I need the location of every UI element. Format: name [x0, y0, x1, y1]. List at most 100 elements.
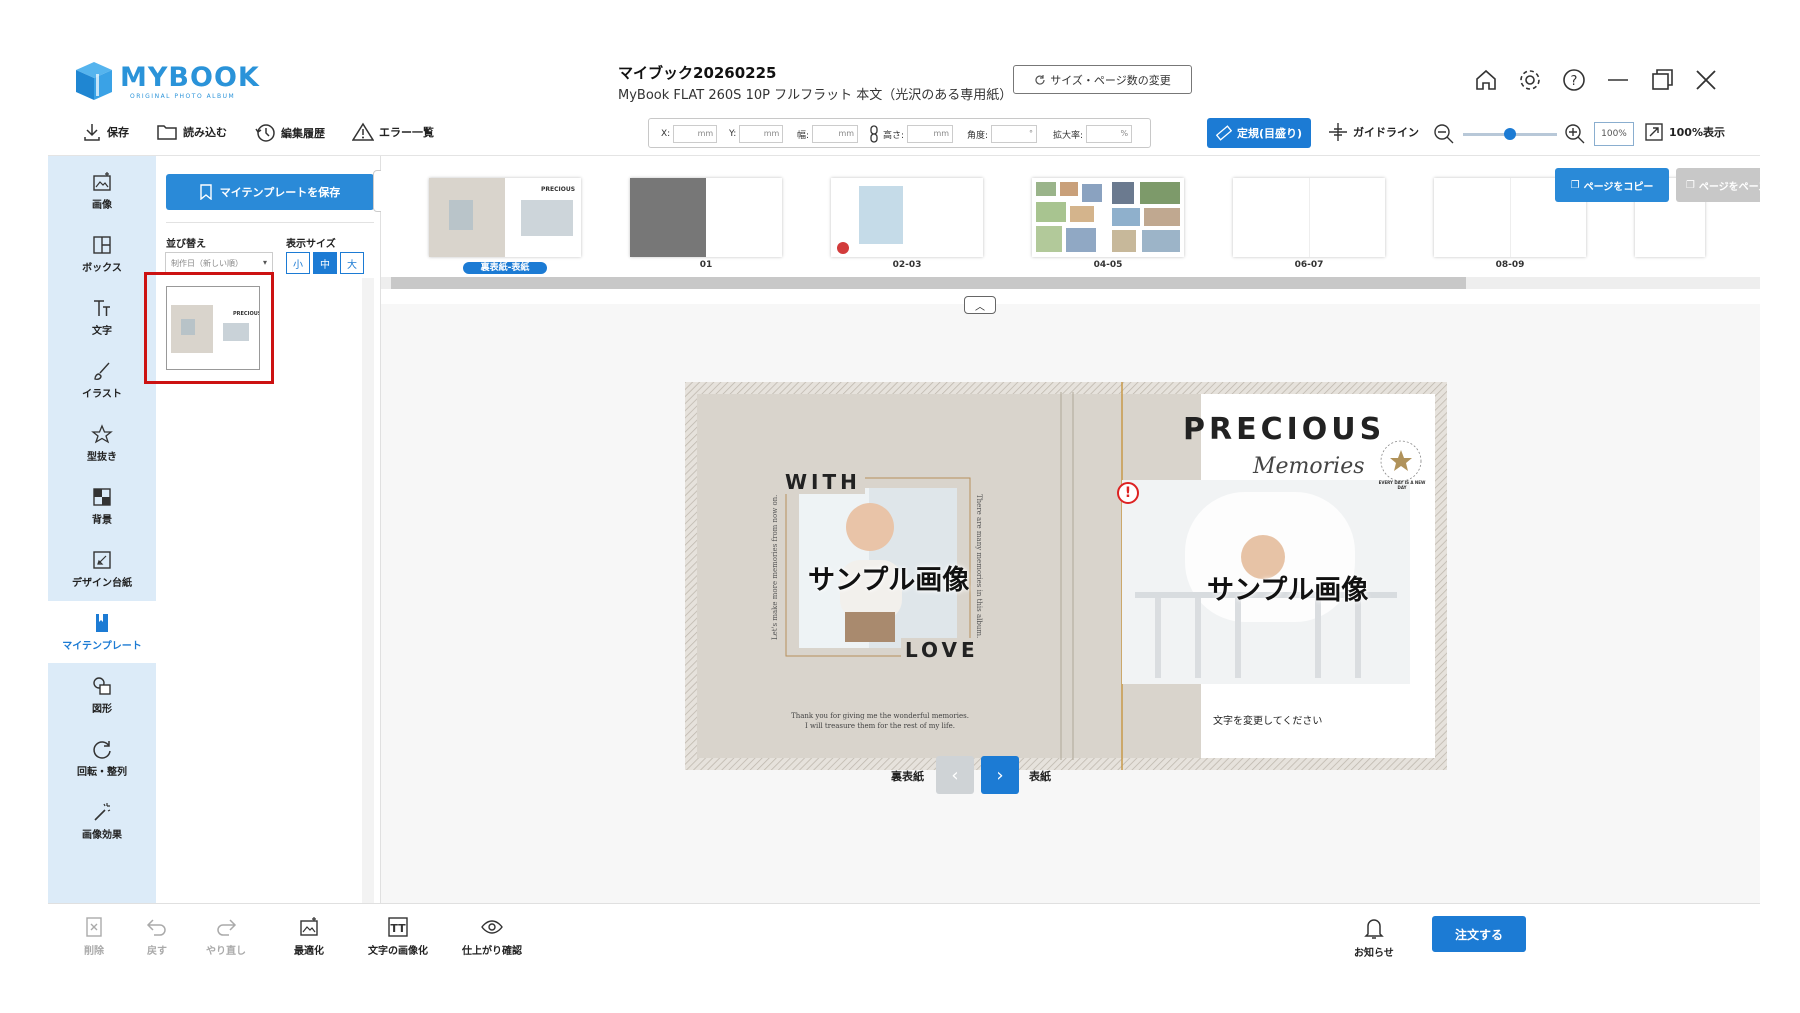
- load-button[interactable]: 読み込む: [156, 122, 227, 142]
- size-medium-button[interactable]: 中: [313, 252, 337, 274]
- page-thumb-01[interactable]: [630, 178, 782, 257]
- error-warning-icon[interactable]: !: [1117, 482, 1139, 504]
- shape-icon: [93, 677, 111, 695]
- redo-label: やり直し: [206, 946, 246, 957]
- guideline-button[interactable]: ガイドライン: [1328, 122, 1419, 142]
- copy-page-button[interactable]: ❐ ページをコピー: [1555, 168, 1669, 202]
- expand-strip-button[interactable]: ︿: [964, 296, 996, 314]
- sidebar-item-box[interactable]: ボックス: [48, 223, 156, 285]
- zoom-value-field[interactable]: 100%: [1594, 122, 1634, 146]
- height-field[interactable]: 高さ: mm: [883, 125, 954, 143]
- change-text-placeholder[interactable]: 文字を変更してください: [1213, 712, 1322, 727]
- sidebar-item-label: イラスト: [82, 389, 122, 400]
- eye-icon: [481, 920, 503, 934]
- star-cut-icon: [91, 424, 113, 444]
- page-thumb-04-05-image: [1036, 182, 1180, 252]
- rotate-icon: [93, 741, 111, 759]
- redo-button[interactable]: やり直し: [206, 916, 246, 957]
- sidebar-item-rotate[interactable]: 回転・整列: [48, 727, 156, 789]
- prev-page-button[interactable]: ‹: [936, 756, 974, 794]
- fit-100-button[interactable]: 100%表示: [1644, 122, 1725, 142]
- sidebar-item-text[interactable]: 文字: [48, 286, 156, 348]
- zoom-in-icon[interactable]: [1564, 123, 1586, 145]
- gear-icon[interactable]: [1516, 66, 1544, 94]
- close-icon[interactable]: [1692, 66, 1720, 94]
- left-vertical-text[interactable]: Let's make more memories from now on.: [771, 490, 779, 640]
- page-thumb-06-07[interactable]: [1233, 178, 1385, 257]
- save-button[interactable]: 保存: [82, 122, 129, 142]
- preview-button[interactable]: 仕上がり確認: [462, 916, 522, 957]
- strip-scrollbar[interactable]: [391, 277, 1466, 289]
- sidebar-item-bookmark[interactable]: マイテンプレート: [48, 601, 156, 663]
- love-text[interactable]: LOVE: [901, 638, 983, 662]
- undo-button[interactable]: 戻す: [146, 916, 168, 957]
- error-list-button[interactable]: エラー一覧: [352, 122, 434, 142]
- right-vertical-text[interactable]: There are many memories in this album.: [975, 494, 983, 644]
- save-template-button[interactable]: マイテンプレートを保存: [166, 174, 374, 210]
- guideline-label: ガイドライン: [1353, 126, 1419, 139]
- sidebar-item-label: マイテンプレート: [62, 641, 142, 652]
- sidebar-item-star-cut[interactable]: 型抜き: [48, 412, 156, 474]
- ruler-label: 定規(目盛り): [1236, 127, 1303, 140]
- every-day-badge[interactable]: EVERY DAY IS A NEW DAY: [1378, 480, 1426, 490]
- page-thumb-02-03-image: [837, 186, 903, 254]
- y-label: Y:: [729, 129, 737, 139]
- sidebar-item-shape[interactable]: 図形: [48, 664, 156, 726]
- back-cover-label: 裏表紙: [891, 770, 924, 783]
- logo-subtitle: ORIGINAL PHOTO ALBUM: [130, 93, 236, 100]
- height-unit: mm: [907, 125, 954, 143]
- size-large-button[interactable]: 大: [340, 252, 364, 274]
- size-small-button[interactable]: 小: [286, 252, 310, 274]
- cover-spread[interactable]: WITH LOVE Let's make more memories from …: [685, 382, 1447, 770]
- next-page-button[interactable]: ›: [981, 756, 1019, 794]
- notice-button[interactable]: お知らせ: [1354, 916, 1394, 959]
- minimize-icon[interactable]: [1604, 66, 1632, 94]
- zoom-out-icon[interactable]: [1433, 123, 1455, 145]
- page-thumb-02-03[interactable]: [831, 178, 983, 257]
- width-field[interactable]: 幅: mm: [797, 125, 859, 143]
- link-ratio-icon[interactable]: [869, 125, 879, 143]
- zoom-slider-handle[interactable]: [1504, 128, 1516, 140]
- help-icon[interactable]: ?: [1560, 66, 1588, 94]
- sort-select[interactable]: 制作日（新しい順） ▾: [165, 252, 273, 274]
- error-list-label: エラー一覧: [379, 126, 434, 139]
- order-button[interactable]: 注文する: [1432, 916, 1526, 952]
- ruler-button[interactable]: 定規(目盛り): [1207, 118, 1311, 148]
- template-thumbnail[interactable]: PRECIOUS: [166, 286, 262, 370]
- page-thumb-04-05[interactable]: [1032, 178, 1184, 257]
- sidebar-item-label: 図形: [92, 704, 112, 715]
- delete-button[interactable]: 削除: [84, 916, 104, 957]
- with-text[interactable]: WITH: [781, 470, 865, 494]
- svg-text:PRECIOUS: PRECIOUS: [233, 311, 259, 317]
- sidebar-item-image-add[interactable]: 画像: [48, 160, 156, 222]
- sidebar-item-checker[interactable]: 背景: [48, 475, 156, 537]
- undo-icon: [146, 919, 166, 936]
- document-subtitle: MyBook FLAT 260S 10P フルフラット 本文（光沢のある専用紙）: [618, 88, 1013, 103]
- paste-page-button[interactable]: ❐ページをペースト: [1676, 168, 1760, 202]
- precious-title[interactable]: PRECIOUS: [1183, 412, 1385, 447]
- sidebar-item-magic-wand[interactable]: 画像効果: [48, 790, 156, 852]
- page-thumb-cover[interactable]: PRECIOUS: [429, 178, 581, 257]
- width-unit: mm: [812, 125, 859, 143]
- panel-scrollbar[interactable]: [362, 278, 374, 903]
- history-button[interactable]: 編集履歴: [254, 122, 325, 144]
- scale-field[interactable]: 拡大率:%: [1053, 125, 1133, 143]
- restore-icon[interactable]: [1648, 66, 1676, 94]
- bookmark-icon: [96, 614, 108, 632]
- x-field[interactable]: X: mm: [661, 125, 718, 143]
- y-field[interactable]: Y: mm: [729, 125, 784, 143]
- optimize-button[interactable]: 最適化: [294, 916, 324, 957]
- panel-divider: [166, 222, 374, 223]
- sidebar-item-design-mount[interactable]: デザイン台紙: [48, 538, 156, 600]
- thanks-line-2[interactable]: I will treasure them for the rest of my …: [785, 722, 975, 730]
- sidebar-item-brush[interactable]: イラスト: [48, 349, 156, 411]
- text-icon: [94, 300, 110, 316]
- home-icon[interactable]: [1472, 66, 1500, 94]
- size-page-change-button[interactable]: サイズ・ページ数の変更: [1013, 65, 1192, 94]
- text-to-image-button[interactable]: TT 文字の画像化: [368, 916, 428, 957]
- angle-field[interactable]: 角度: °: [967, 125, 1038, 143]
- expand-arrow-icon: [1645, 123, 1663, 141]
- sidebar-item-label: 画像: [92, 200, 112, 211]
- thanks-line-1[interactable]: Thank you for giving me the wonderful me…: [785, 712, 975, 720]
- memories-script[interactable]: Memories: [1253, 454, 1365, 479]
